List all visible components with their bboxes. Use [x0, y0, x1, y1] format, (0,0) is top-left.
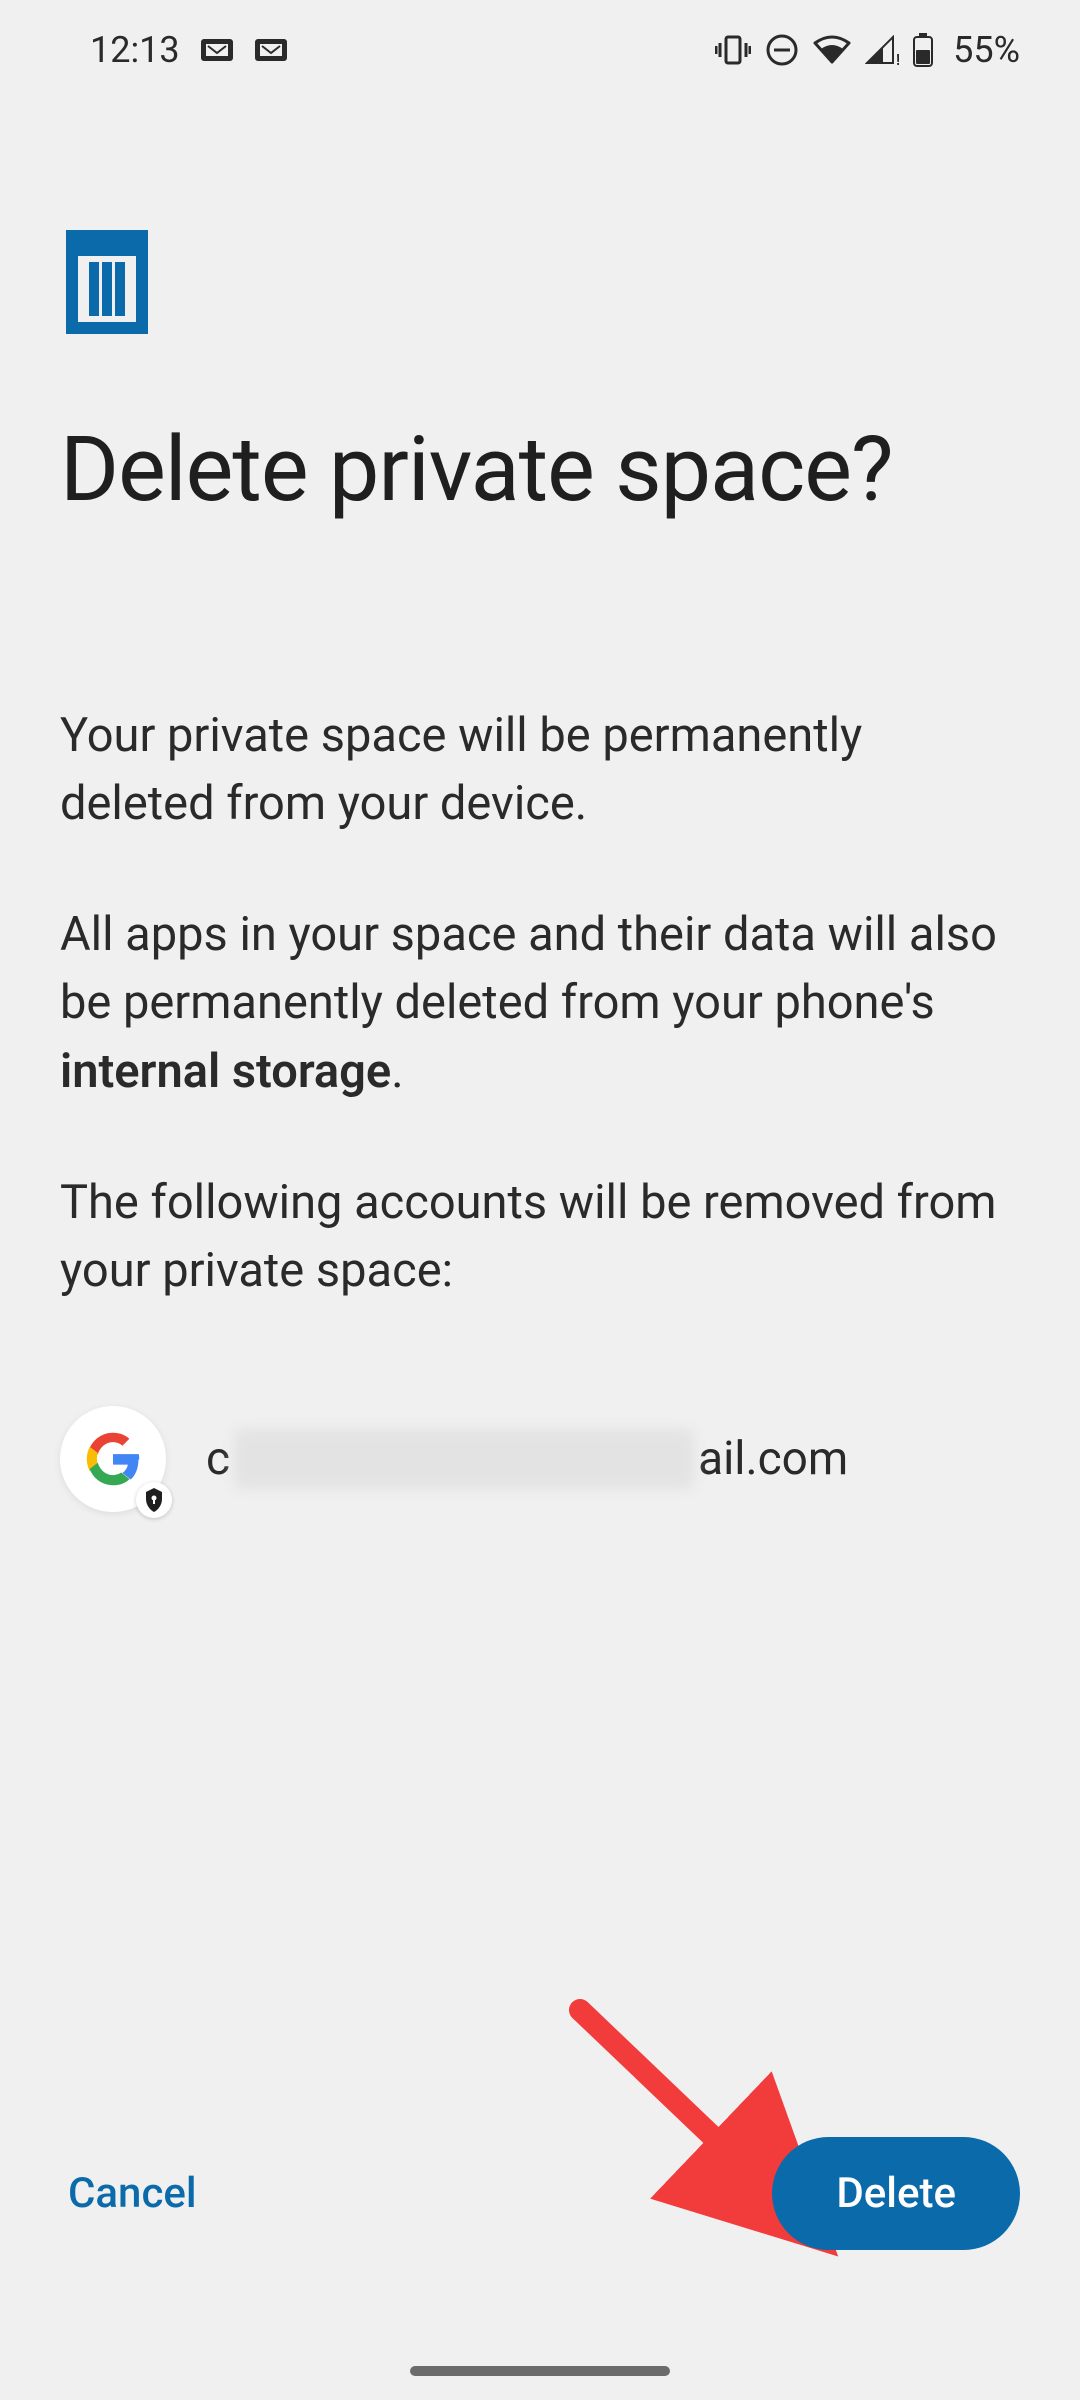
status-bar: 12:13 ! 55%	[0, 0, 1080, 100]
gesture-nav-bar[interactable]	[410, 2366, 670, 2376]
account-row: c ail.com	[60, 1406, 1020, 1512]
delete-button[interactable]: Delete	[772, 2137, 1020, 2250]
svg-text:!: !	[896, 50, 899, 65]
vibrate-icon	[715, 34, 751, 66]
page-title: Delete private space?	[60, 418, 1020, 522]
body-paragraph: Your private space will be permanently d…	[60, 702, 1020, 839]
wifi-icon	[813, 35, 851, 65]
cancel-button[interactable]: Cancel	[60, 2145, 205, 2242]
signal-icon: !	[865, 35, 899, 65]
body-paragraph: All apps in your space and their data wi…	[60, 901, 1020, 1107]
dnd-icon	[765, 33, 799, 67]
status-notification-icon	[200, 35, 234, 65]
account-email: c ail.com	[206, 1429, 848, 1489]
status-time: 12:13	[90, 29, 180, 71]
lock-badge-icon	[136, 1482, 172, 1518]
footer-actions: Cancel Delete	[0, 2137, 1080, 2250]
trash-icon	[60, 230, 1020, 338]
body-paragraph: The following accounts will be removed f…	[60, 1169, 1020, 1306]
body-description: Your private space will be permanently d…	[60, 702, 1020, 1306]
status-notification-icon	[254, 35, 288, 65]
battery-icon	[913, 33, 933, 67]
google-account-icon	[60, 1406, 166, 1512]
redacted-segment	[234, 1429, 694, 1489]
battery-percent: 55%	[953, 29, 1020, 71]
